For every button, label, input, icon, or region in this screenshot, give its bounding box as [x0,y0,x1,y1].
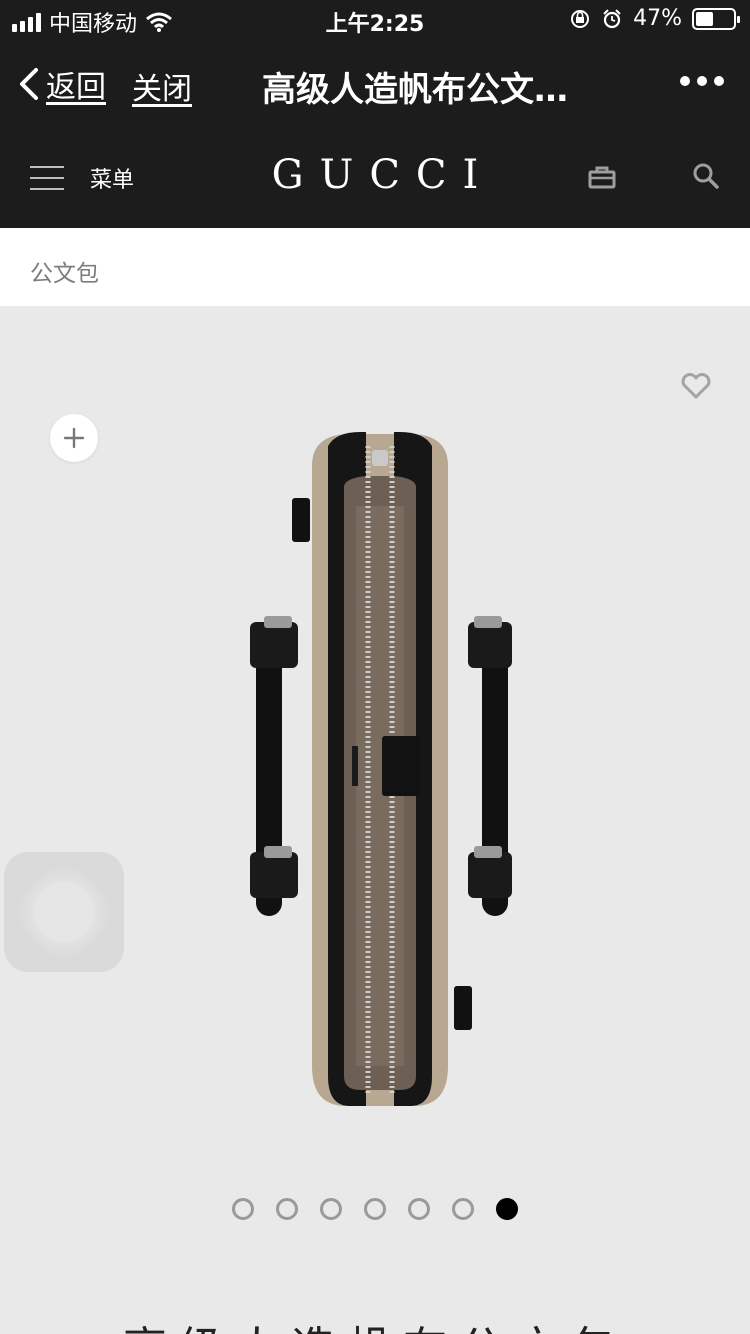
zoom-button[interactable] [50,414,98,462]
product-title: 高级人造帆布公文包 [0,1312,750,1334]
pagination-dot[interactable] [320,1198,342,1220]
site-header: 菜单 GUCCI [0,128,750,228]
plus-icon [63,427,85,449]
status-bar: 中国移动 上午2:25 47% [0,0,750,40]
pagination-dot[interactable] [496,1198,518,1220]
gallery-pagination [0,1198,750,1220]
battery-icon [692,7,740,30]
wechat-nav-bar: 返回 关闭 高级人造帆布公文… [0,40,750,128]
assist-touch-icon [34,882,94,942]
search-icon[interactable] [692,162,720,190]
pagination-dot[interactable] [276,1198,298,1220]
orientation-lock-icon [571,9,590,28]
shopping-bag-icon[interactable] [588,164,616,190]
pagination-dot[interactable] [452,1198,474,1220]
battery-fill [696,11,713,26]
page-title: 高级人造帆布公文… [262,70,568,110]
heart-icon[interactable] [680,372,712,400]
pagination-dot[interactable] [232,1198,254,1220]
pagination-dot[interactable] [364,1198,386,1220]
product-image[interactable] [240,426,520,1116]
breadcrumb-category[interactable]: 公文包 [30,254,99,288]
floating-assist-button[interactable] [4,852,124,972]
close-button[interactable]: 关闭 [132,64,192,108]
status-right: 47% [569,6,740,31]
back-label: 返回 [46,70,106,105]
breadcrumb: 公文包 [0,228,750,306]
more-options-icon[interactable] [680,76,724,86]
product-gallery[interactable]: 高级人造帆布公文包 [0,306,750,1334]
battery-percent: 47% [633,6,682,31]
chevron-left-icon [20,68,38,100]
back-button[interactable]: 返回 [18,62,106,106]
alarm-icon [603,8,621,28]
brand-logo[interactable]: GUCCI [0,152,750,198]
pagination-dot[interactable] [408,1198,430,1220]
